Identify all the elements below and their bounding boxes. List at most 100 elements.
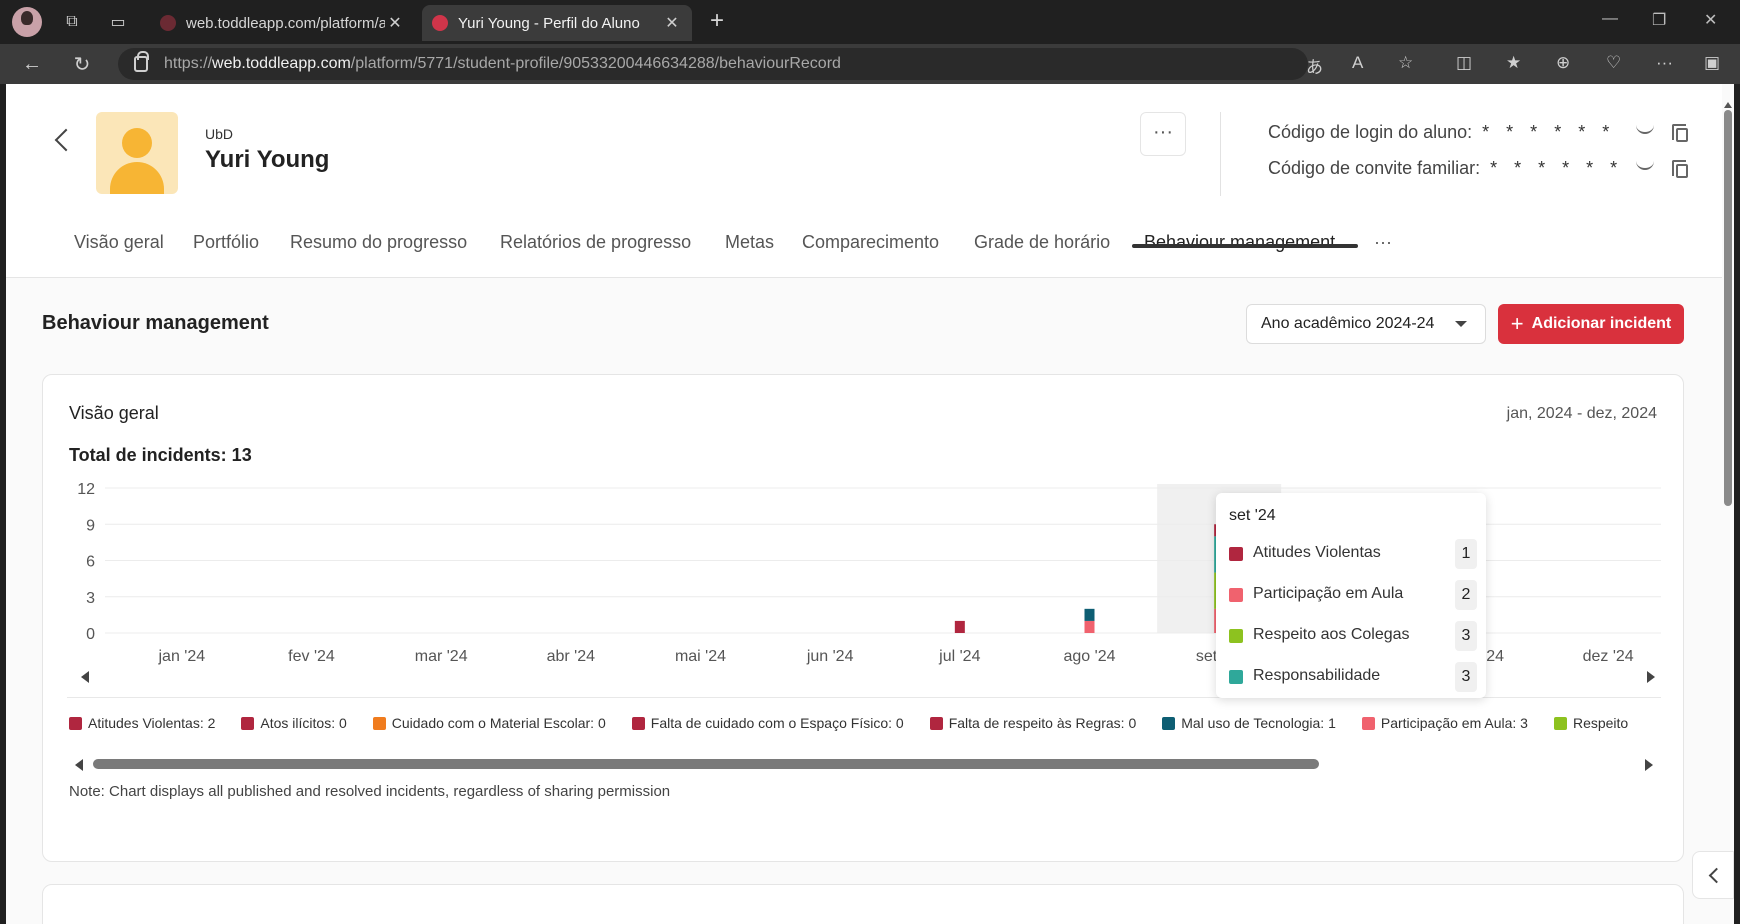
new-tab-icon[interactable]: +: [704, 9, 730, 35]
legend-scroll-thumb[interactable]: [93, 759, 1319, 769]
profile-avatar-icon[interactable]: [12, 7, 42, 37]
legend-swatch: [372, 716, 386, 730]
legend-label: Falta de cuidado com o Espaço Físico: 0: [650, 715, 904, 731]
scroll-left-icon[interactable]: [75, 759, 83, 771]
caret-down-icon: [1455, 321, 1467, 327]
read-aloud-icon[interactable]: A: [1352, 53, 1363, 73]
close-tab-icon[interactable]: ✕: [385, 13, 405, 33]
y-tick-label: 6: [86, 554, 95, 571]
x-tick-label: dez '24: [1583, 648, 1634, 665]
close-tab-icon[interactable]: ✕: [662, 13, 682, 33]
browser-tab-admin[interactable]: web.toddleapp.com/platform/adm ✕: [150, 5, 415, 41]
split-screen-icon[interactable]: ◫: [1456, 53, 1472, 73]
browser-tab-bar: ⧉ ▭ web.toddleapp.com/platform/adm ✕ Yur…: [0, 0, 1740, 44]
collections-icon[interactable]: ⊕: [1556, 53, 1570, 73]
page-scroll-thumb[interactable]: [1724, 110, 1732, 506]
invite-code-row: Código de convite familiar: * * * * * *: [1268, 158, 1623, 179]
school-label: UbD: [205, 126, 234, 142]
page-scrollbar[interactable]: [1722, 84, 1734, 924]
sidebar-icon[interactable]: ▣: [1704, 53, 1720, 73]
y-tick-label: 0: [86, 626, 95, 643]
overview-title: Visão geral: [69, 403, 159, 423]
tab-more[interactable]: ···: [1374, 232, 1392, 253]
tooltip-row: Responsabilidade 3: [1229, 660, 1477, 692]
tab-comparecimento[interactable]: Comparecimento: [802, 232, 939, 253]
tooltip-row: Atitudes Violentas 1: [1229, 537, 1477, 569]
more-options-button[interactable]: ···: [1140, 112, 1186, 156]
x-tick-label: mai '24: [675, 648, 726, 665]
translate-icon[interactable]: あ: [1306, 53, 1323, 78]
login-code-row: Código de login do aluno: * * * * * *: [1268, 122, 1615, 143]
x-tick-label: ago '24: [1064, 648, 1116, 665]
url-field[interactable]: https://web.toddleapp.com/platform/5771/…: [118, 48, 1308, 80]
tab-actions-icon[interactable]: ▭: [104, 8, 132, 36]
add-incident-button[interactable]: + Adicionar incident: [1498, 304, 1684, 344]
y-tick-label: 9: [86, 517, 95, 534]
reload-icon[interactable]: ↻: [68, 50, 96, 78]
tooltip-count: 2: [1455, 580, 1477, 610]
legend-item[interactable]: Cuidado com o Material Escolar: 0: [372, 715, 606, 731]
bar-segment: [1084, 608, 1095, 621]
restore-icon[interactable]: ❐: [1652, 10, 1666, 30]
invite-code-value: * * * * * *: [1490, 158, 1624, 178]
legend-item[interactable]: Respeito aos: [1553, 715, 1629, 731]
back-chevron-icon[interactable]: [52, 128, 72, 152]
tab-resumo-progresso[interactable]: Resumo do progresso: [290, 232, 467, 253]
profile-tabs: Visão geral Portfólio Resumo do progress…: [6, 214, 1722, 278]
tooltip-count: 3: [1455, 621, 1477, 651]
x-tick-label: jun '24: [806, 648, 854, 665]
toddle-favicon-icon: [432, 15, 448, 31]
favorites-icon[interactable]: ★: [1506, 53, 1521, 73]
legend-item[interactable]: Mal uso de Tecnologia: 1: [1162, 715, 1336, 731]
tab-visao-geral[interactable]: Visão geral: [74, 232, 164, 253]
academic-year-select[interactable]: Ano acadêmico 2024-24: [1246, 304, 1486, 344]
copy-icon[interactable]: [1672, 160, 1688, 178]
scroll-up-icon[interactable]: [1724, 102, 1732, 108]
browser-tab-title: Yuri Young - Perfil do Aluno: [458, 14, 640, 32]
workspaces-icon[interactable]: ⧉: [58, 8, 86, 36]
legend-item[interactable]: Falta de respeito às Regras: 0: [929, 715, 1136, 731]
legend-label: Respeito aos: [1572, 715, 1629, 731]
legend-item[interactable]: Falta de cuidado com o Espaço Físico: 0: [631, 715, 904, 731]
browser-essentials-icon[interactable]: ♡: [1606, 53, 1621, 73]
legend-swatch: [1553, 716, 1567, 730]
eye-closed-icon[interactable]: [1636, 124, 1654, 134]
eye-closed-icon[interactable]: [1636, 160, 1654, 170]
tab-metas[interactable]: Metas: [725, 232, 774, 253]
legend-swatch: [69, 716, 82, 730]
x-tick-label: jul '24: [938, 648, 980, 665]
favorite-star-icon[interactable]: ☆: [1398, 53, 1413, 73]
tab-portfolio[interactable]: Portfólio: [193, 232, 259, 253]
legend-item[interactable]: Participação em Aula: 3: [1361, 715, 1528, 731]
settings-more-icon[interactable]: ···: [1656, 53, 1673, 73]
invite-code-label: Código de convite familiar:: [1268, 158, 1481, 178]
back-arrow-icon[interactable]: ←: [18, 50, 46, 78]
copy-icon[interactable]: [1672, 124, 1688, 142]
login-code-label: Código de login do aluno:: [1268, 122, 1473, 142]
tooltip-label: Respeito aos Colegas: [1253, 626, 1410, 643]
legend-item[interactable]: Atos ilícitos: 0: [241, 715, 347, 731]
tab-relatorios-progresso[interactable]: Relatórios de progresso: [500, 232, 691, 253]
collapse-panel-button[interactable]: [1692, 851, 1734, 899]
active-tab-indicator: [1132, 244, 1358, 248]
window-close-icon[interactable]: ✕: [1704, 10, 1717, 30]
x-tick-label: jan '24: [158, 648, 206, 665]
legend-swatch: [929, 716, 943, 730]
tab-behaviour-management[interactable]: Behaviour management: [1144, 232, 1335, 253]
academic-year-value: Ano acadêmico 2024-24: [1261, 315, 1435, 332]
legend-item[interactable]: Atitudes Violentas: 2: [69, 715, 215, 731]
add-incident-label: Adicionar incident: [1531, 315, 1672, 332]
tab-grade-horario[interactable]: Grade de horário: [974, 232, 1110, 253]
browser-tab-profile[interactable]: Yuri Young - Perfil do Aluno ✕: [422, 5, 692, 41]
tooltip-row: Participação em Aula 2: [1229, 578, 1477, 610]
student-header: UbD Yuri Young ··· Código de login do al…: [6, 84, 1722, 278]
legend-swatch: [241, 716, 255, 730]
legend-scrollbar[interactable]: [93, 759, 1643, 769]
plus-icon: +: [1510, 311, 1524, 336]
chart-legend: Atitudes Violentas: 2 Atos ilícitos: 0 Cui…: [69, 715, 1629, 737]
tooltip-title: set '24: [1229, 507, 1276, 524]
minimize-icon[interactable]: —: [1602, 10, 1618, 28]
tooltip-swatch: [1229, 588, 1243, 602]
legend-swatch: [1361, 716, 1375, 730]
scroll-right-icon[interactable]: [1645, 759, 1653, 771]
